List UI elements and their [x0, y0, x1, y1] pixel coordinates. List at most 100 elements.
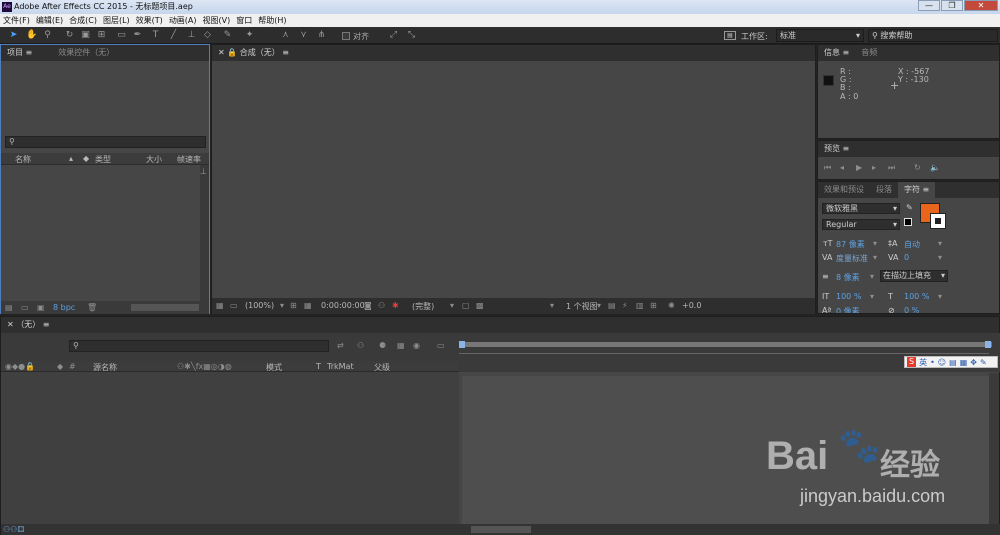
column-name[interactable]: 名称: [15, 154, 31, 165]
ime-punctuation-icon[interactable]: •: [930, 358, 935, 367]
zoom-slider[interactable]: [471, 526, 531, 533]
first-frame-icon[interactable]: ⏮: [824, 163, 831, 173]
set-black-swatch[interactable]: [904, 218, 912, 226]
tab-preview[interactable]: 预览 ≡: [818, 141, 855, 157]
tab-effects-presets[interactable]: 效果和预设: [818, 182, 870, 198]
transparency-grid-icon[interactable]: ▩: [476, 301, 484, 310]
work-area-bar[interactable]: [462, 342, 992, 347]
tab-project[interactable]: 项目 ≡: [1, 45, 38, 61]
previous-frame-icon[interactable]: ◂: [840, 163, 844, 172]
column-t[interactable]: T: [316, 362, 321, 371]
font-family-select[interactable]: 微软雅黑 ▾: [822, 203, 900, 214]
pen-tool-icon[interactable]: ✒: [132, 30, 143, 41]
pan-behind-tool-icon[interactable]: ⊞: [96, 30, 107, 41]
chevron-down-icon[interactable]: ▾: [938, 292, 942, 301]
fast-preview-icon[interactable]: ⚡: [622, 301, 628, 310]
frame-blending-icon[interactable]: ▦: [397, 341, 405, 350]
menu-edit[interactable]: 编辑(E): [33, 15, 66, 26]
camera-tool-icon[interactable]: ▣: [80, 30, 91, 41]
always-preview-icon[interactable]: ▦: [216, 301, 224, 310]
tab-composition[interactable]: ✕ 🔒 合成（无） ≡: [212, 45, 295, 61]
work-area-end-handle[interactable]: [985, 341, 991, 348]
ime-settings-icon[interactable]: ✎: [980, 358, 987, 367]
rotate-tool-icon[interactable]: ↻: [64, 30, 75, 41]
menu-layer[interactable]: 图层(L): [100, 15, 133, 26]
column-size[interactable]: 大小: [146, 154, 162, 165]
snap-edge-icon[interactable]: ⤡: [406, 30, 417, 41]
tab-character[interactable]: 字符 ≡: [898, 182, 936, 198]
close-icon[interactable]: ✕: [218, 48, 225, 57]
zoom-select[interactable]: (100%): [245, 301, 274, 310]
type-tool-icon[interactable]: T: [150, 30, 161, 41]
chevron-down-icon[interactable]: ▾: [870, 272, 874, 281]
new-composition-icon[interactable]: ▣: [37, 303, 45, 312]
ime-language-toggle[interactable]: 英: [919, 357, 927, 368]
snap-feature-icon[interactable]: ⤢: [388, 30, 399, 41]
bpc-label[interactable]: 8 bpc: [53, 303, 75, 312]
project-search-input[interactable]: ⚲: [5, 136, 206, 148]
tsume-value[interactable]: 0 %: [904, 306, 919, 313]
search-help-input[interactable]: ⚲ 搜索帮助: [868, 29, 998, 42]
tracking-value[interactable]: 0: [904, 253, 909, 262]
column-type[interactable]: 类型: [95, 154, 111, 165]
interpret-footage-icon[interactable]: ▤: [5, 303, 13, 312]
zoom-tool-icon[interactable]: ⚲: [42, 30, 53, 41]
vertical-scale-value[interactable]: 100 %: [836, 292, 861, 301]
timeline-icon[interactable]: ▥: [636, 301, 644, 310]
minimize-button[interactable]: —: [918, 0, 940, 11]
av-features-icon[interactable]: ◉◆●🔒: [5, 362, 35, 371]
close-button[interactable]: ✕: [964, 0, 998, 11]
channel-icon[interactable]: ✱: [392, 301, 399, 310]
label-tag-icon[interactable]: ◆: [83, 154, 89, 163]
chevron-down-icon[interactable]: ▾: [873, 239, 877, 248]
flowchart-icon[interactable]: ⊥: [200, 167, 207, 176]
toggle-pixel-aspect-icon[interactable]: ▤: [608, 301, 616, 310]
menu-effect[interactable]: 效果(T): [133, 15, 166, 26]
chevron-down-icon[interactable]: ▾: [938, 239, 942, 248]
menu-composition[interactable]: 合成(C): [66, 15, 100, 26]
monitor-icon[interactable]: ▭: [230, 301, 238, 310]
tab-info[interactable]: 信息 ≡: [818, 45, 855, 61]
draft-3d-icon[interactable]: ⚇: [357, 341, 364, 350]
ime-emoji-icon[interactable]: ☺: [938, 358, 946, 367]
horizontal-scale-value[interactable]: 100 %: [904, 292, 929, 301]
puppet-pin-tool-icon[interactable]: ✦: [244, 30, 255, 41]
local-axis-icon[interactable]: ⋏: [280, 30, 291, 41]
last-frame-icon[interactable]: ⏭: [888, 163, 895, 173]
snap-checkbox[interactable]: [342, 32, 350, 40]
roto-brush-tool-icon[interactable]: ✎: [222, 30, 233, 41]
grid-icon[interactable]: ▦: [304, 301, 312, 310]
chevron-down-icon[interactable]: ▾: [597, 301, 601, 310]
tab-audio[interactable]: 音频: [855, 45, 883, 61]
ime-toolbox-icon[interactable]: ✥: [970, 358, 977, 367]
menu-view[interactable]: 视图(V): [200, 15, 234, 26]
loop-icon[interactable]: ↻: [914, 163, 921, 172]
timecode-display[interactable]: 0:00:00:00: [321, 301, 365, 310]
selection-tool-icon[interactable]: ➤: [8, 30, 19, 41]
view-axis-icon[interactable]: ⋔: [316, 30, 327, 41]
ime-keyboard-icon[interactable]: ▤: [949, 358, 957, 367]
stroke-mode-select[interactable]: 在描边上填充 ▾: [880, 270, 948, 282]
new-folder-icon[interactable]: ▭: [21, 303, 29, 312]
menu-animation[interactable]: 动画(A): [166, 15, 200, 26]
chevron-down-icon[interactable]: ▾: [938, 253, 942, 262]
workspace-select[interactable]: 标准 ▾: [776, 29, 864, 42]
stroke-width-value[interactable]: 8 像素: [836, 272, 860, 283]
lock-icon[interactable]: 🔒: [227, 48, 237, 57]
resolution-select[interactable]: (完整): [412, 301, 434, 312]
chevron-down-icon[interactable]: ▾: [550, 301, 554, 310]
expand-switches-icon[interactable]: ⚇⚇⚃: [3, 525, 24, 534]
sort-up-icon[interactable]: ▴: [69, 154, 73, 163]
column-trkmat[interactable]: TrkMat: [327, 362, 354, 371]
baseline-shift-value[interactable]: 0 像素: [836, 306, 860, 313]
flowchart-icon[interactable]: ⊞: [650, 301, 657, 310]
title-safe-icon[interactable]: ⊞: [290, 301, 297, 310]
tab-effect-controls[interactable]: 效果控件（无）: [52, 45, 120, 61]
brush-tool-icon[interactable]: ╱: [168, 30, 179, 41]
show-snapshot-icon[interactable]: ⚇: [378, 301, 385, 310]
rectangle-tool-icon[interactable]: ▭: [116, 30, 127, 41]
ime-skin-icon[interactable]: ▦: [960, 358, 968, 367]
mute-audio-icon[interactable]: 🔈: [930, 163, 940, 172]
leading-value[interactable]: 自动: [904, 239, 920, 250]
project-hscroll[interactable]: [131, 304, 199, 311]
